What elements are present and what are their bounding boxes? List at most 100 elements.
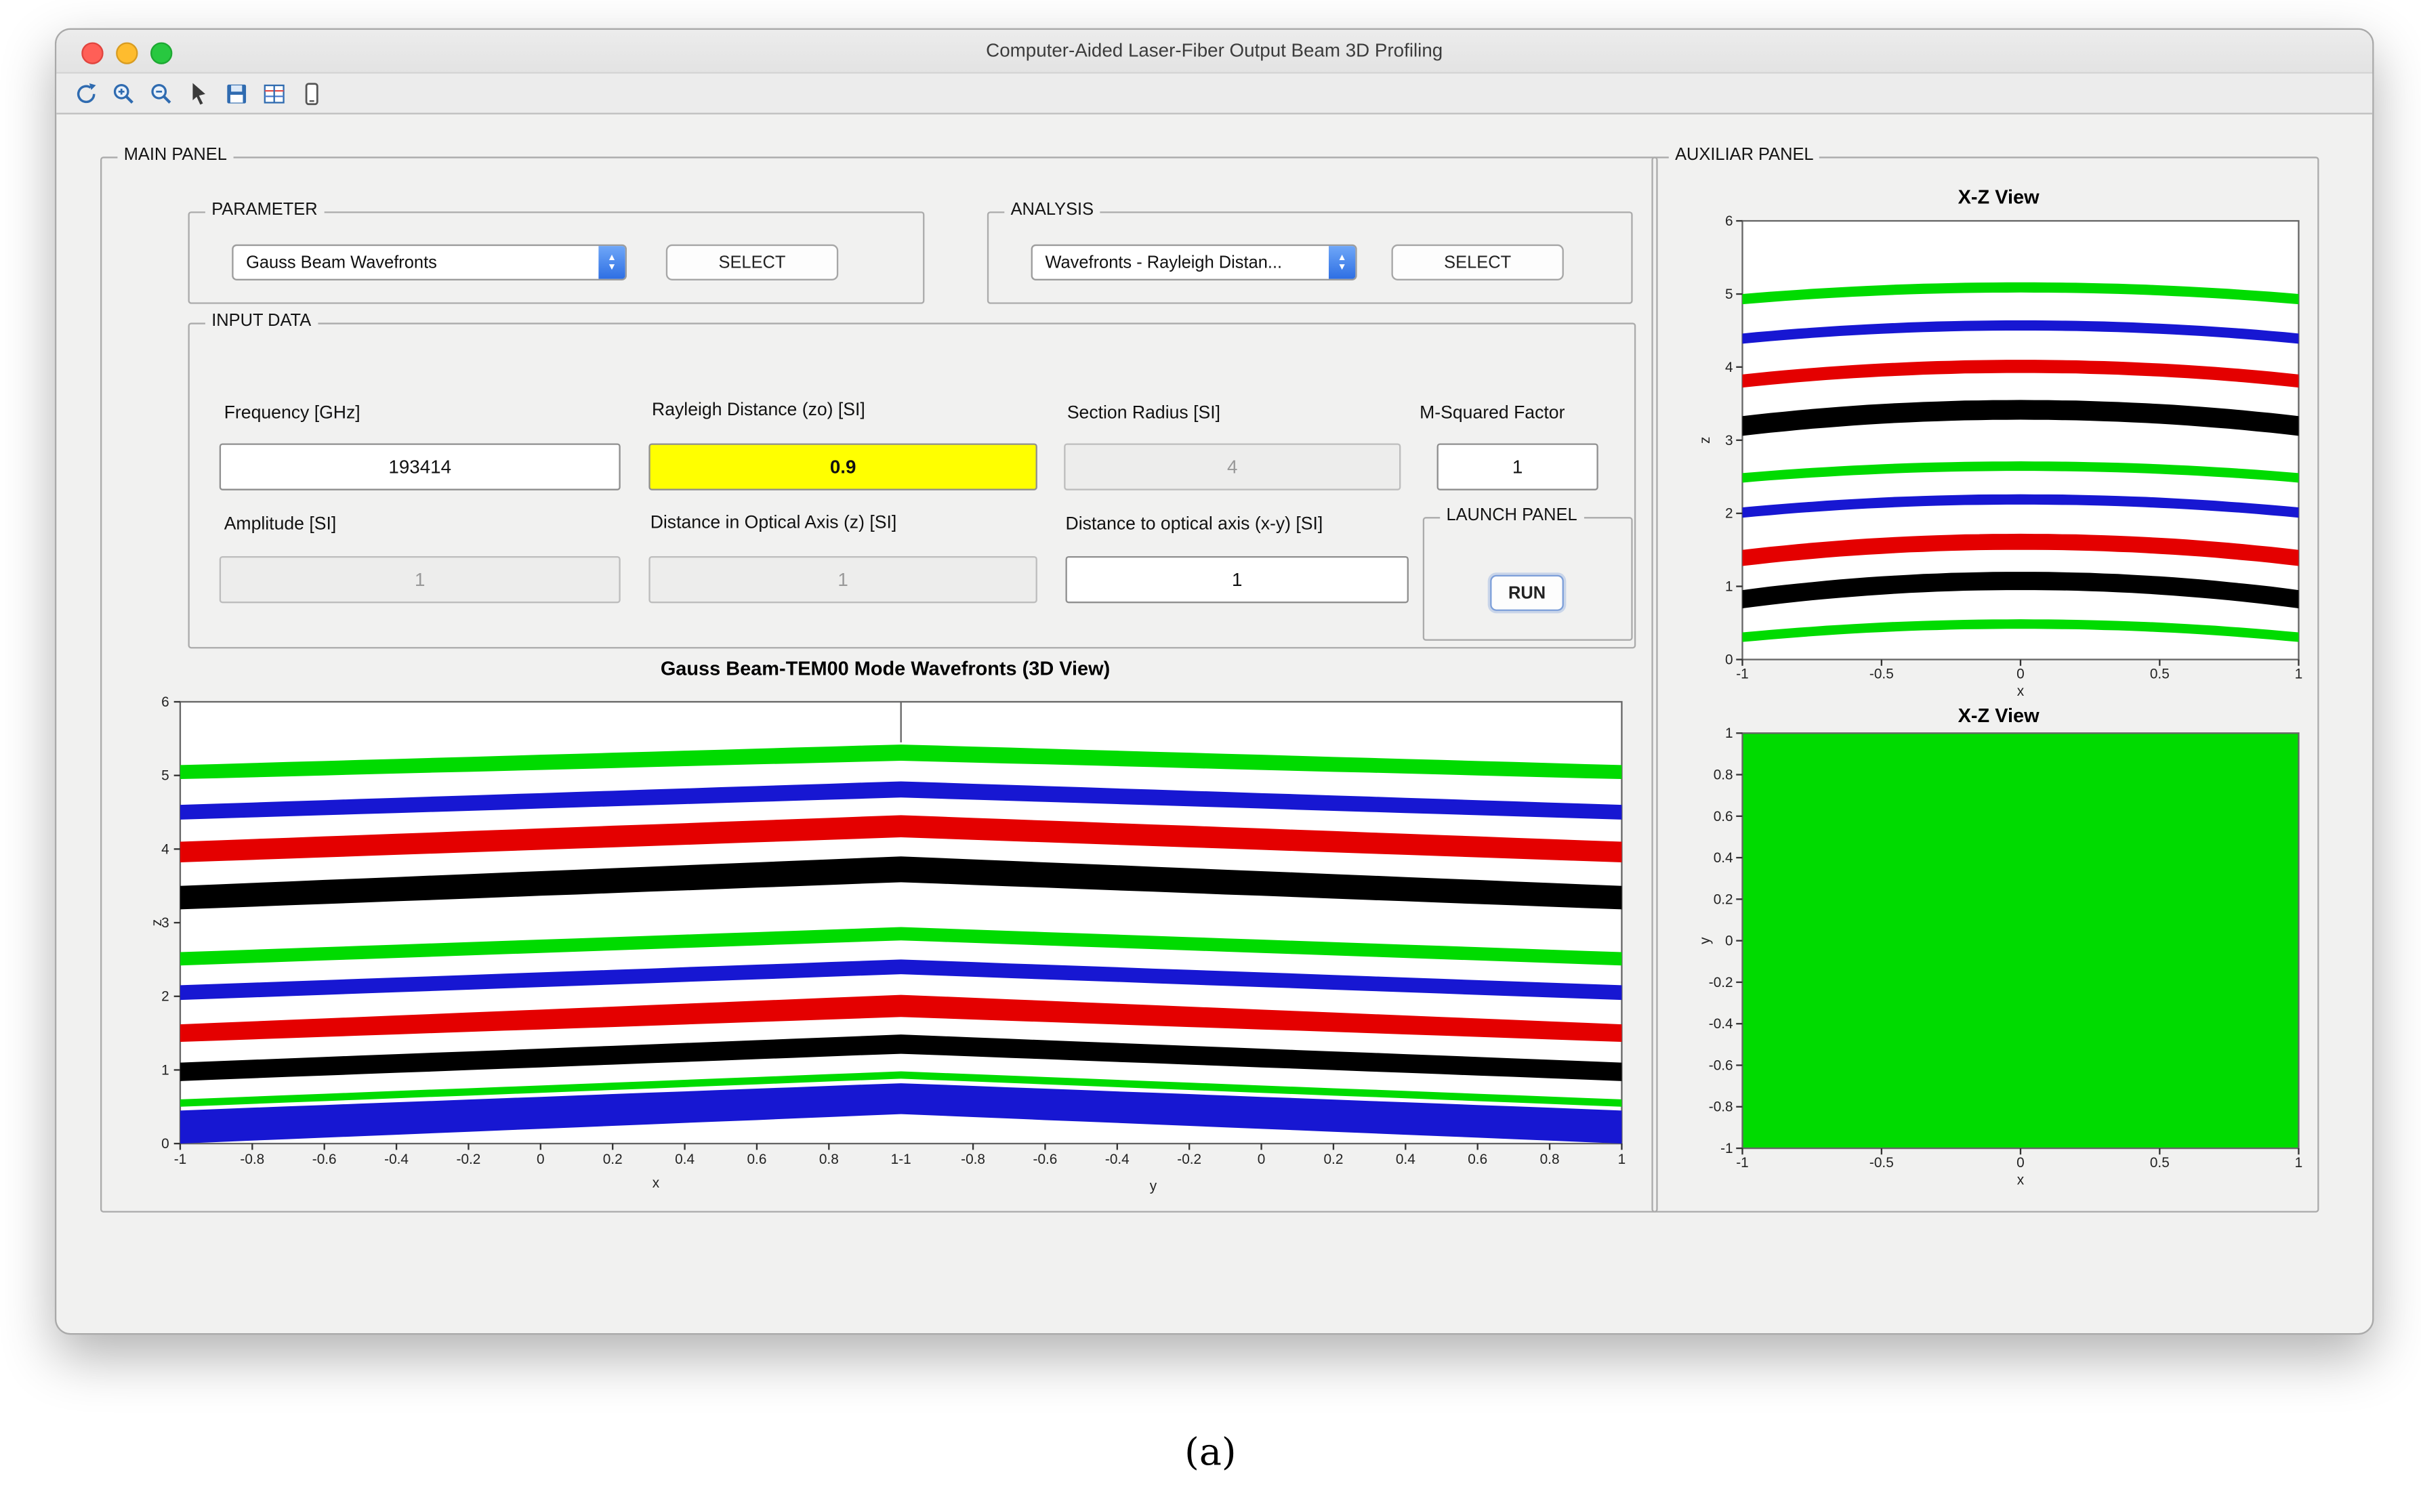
svg-text:1: 1 (2295, 666, 2303, 681)
figure-caption: (a) (0, 1430, 2421, 1474)
zoom-out-icon[interactable] (147, 80, 173, 106)
input-data-group-label: INPUT DATA (205, 312, 317, 331)
svg-text:0.2: 0.2 (1714, 891, 1733, 907)
save-icon[interactable] (222, 80, 249, 106)
svg-text:y: y (1150, 1178, 1157, 1194)
data-cursor-icon[interactable] (185, 80, 211, 106)
zoom-button[interactable] (150, 41, 172, 63)
svg-text:0.6: 0.6 (1468, 1152, 1487, 1167)
svg-text:y: y (1697, 937, 1713, 944)
svg-text:2: 2 (1725, 506, 1733, 522)
svg-text:0.8: 0.8 (1714, 767, 1733, 782)
parameter-dropdown[interactable]: Gauss Beam Wavefronts ▲▼ (232, 245, 627, 280)
svg-text:-0.6: -0.6 (1033, 1152, 1058, 1167)
launch-panel-label: LAUNCH PANEL (1440, 506, 1584, 525)
section-radius-input (1064, 443, 1401, 490)
svg-text:-0.2: -0.2 (1709, 975, 1733, 990)
svg-text:0.5: 0.5 (2150, 666, 2170, 681)
svg-text:-0.4: -0.4 (1709, 1016, 1733, 1032)
svg-text:-0.8: -0.8 (961, 1152, 985, 1167)
svg-text:-1: -1 (1736, 666, 1749, 681)
svg-text:-0.2: -0.2 (1177, 1152, 1201, 1167)
svg-text:0.5: 0.5 (2150, 1155, 2170, 1171)
svg-text:-0.6: -0.6 (1709, 1057, 1733, 1073)
svg-text:0.2: 0.2 (1323, 1152, 1343, 1167)
distance-xy-input[interactable] (1066, 556, 1409, 603)
parameter-group-label: PARAMETER (205, 201, 324, 219)
svg-text:-0.6: -0.6 (312, 1152, 337, 1167)
run-button[interactable]: RUN (1490, 575, 1564, 611)
svg-text:z: z (149, 919, 165, 926)
aux-chart-1-title: X-Z View (1689, 186, 2308, 208)
svg-text:0: 0 (1258, 1152, 1266, 1167)
svg-text:0.8: 0.8 (819, 1152, 839, 1167)
aux-chart-2-title: X-Z View (1689, 705, 2308, 727)
svg-text:x: x (2017, 684, 2025, 699)
svg-text:0: 0 (537, 1152, 545, 1167)
svg-text:-0.8: -0.8 (240, 1152, 264, 1167)
svg-text:0.8: 0.8 (1540, 1152, 1560, 1167)
colorbar-icon[interactable] (297, 80, 324, 106)
rotate-3d-icon[interactable] (72, 80, 98, 106)
zoom-in-icon[interactable] (110, 80, 136, 106)
svg-text:3: 3 (1725, 433, 1733, 448)
chevron-up-down-icon: ▲▼ (598, 246, 625, 279)
svg-text:4: 4 (1725, 360, 1733, 375)
distance-z-input (648, 556, 1037, 603)
distance-z-label: Distance in Optical Axis (z) [SI] (650, 514, 897, 533)
main-chart-title: Gauss Beam-TEM00 Mode Wavefronts (3D Vie… (141, 658, 1630, 679)
analysis-select-button[interactable]: SELECT (1392, 245, 1564, 280)
svg-text:0.2: 0.2 (603, 1152, 623, 1167)
svg-text:0: 0 (2016, 666, 2025, 681)
svg-text:1: 1 (161, 1062, 169, 1078)
plot-tools-icon[interactable] (260, 80, 287, 106)
svg-text:0: 0 (1725, 652, 1733, 668)
svg-text:0: 0 (1725, 933, 1733, 949)
svg-text:0.6: 0.6 (747, 1152, 766, 1167)
svg-text:-0.4: -0.4 (384, 1152, 409, 1167)
svg-text:-1: -1 (174, 1152, 187, 1167)
svg-text:2: 2 (161, 989, 169, 1005)
close-button[interactable] (81, 41, 103, 63)
svg-text:6: 6 (161, 694, 169, 710)
amplitude-label: Amplitude [SI] (224, 516, 337, 534)
svg-text:0.6: 0.6 (1714, 809, 1733, 824)
main-panel-label: MAIN PANEL (117, 146, 233, 165)
svg-text:-1: -1 (1736, 1155, 1749, 1171)
svg-text:0.4: 0.4 (675, 1152, 695, 1167)
m-squared-input[interactable] (1437, 443, 1598, 490)
traffic-lights (81, 41, 172, 63)
svg-text:1: 1 (1618, 1152, 1626, 1167)
svg-text:x: x (653, 1175, 660, 1191)
svg-text:x: x (2017, 1172, 2025, 1188)
frequency-input[interactable] (220, 443, 621, 490)
parameter-select-button[interactable]: SELECT (666, 245, 838, 280)
minimize-button[interactable] (116, 41, 138, 63)
svg-text:1: 1 (1725, 579, 1733, 595)
svg-text:5: 5 (1725, 287, 1733, 302)
auxiliar-panel-label: AUXILIAR PANEL (1669, 146, 1820, 165)
svg-text:-0.4: -0.4 (1105, 1152, 1130, 1167)
title-bar[interactable]: Computer-Aided Laser-Fiber Output Beam 3… (56, 30, 2372, 74)
rayleigh-distance-input[interactable] (648, 443, 1037, 490)
section-radius-label: Section Radius [SI] (1067, 404, 1220, 423)
svg-text:z: z (1697, 437, 1713, 444)
aux-xz-chart: 0123456-1-0.500.51xz (1689, 209, 2308, 710)
main-3d-chart: 0123456-1-0.8-0.6-0.4-0.200.20.40.60.81-… (141, 690, 1645, 1206)
analysis-group-label: ANALYSIS (1004, 201, 1100, 219)
svg-text:-0.2: -0.2 (457, 1152, 481, 1167)
m-squared-label: M-Squared Factor (1420, 404, 1565, 423)
chevron-up-down-icon: ▲▼ (1329, 246, 1355, 279)
svg-text:4: 4 (161, 841, 169, 857)
parameter-dropdown-value: Gauss Beam Wavefronts (234, 253, 599, 272)
analysis-dropdown-value: Wavefronts - Rayleigh Distan... (1033, 253, 1329, 272)
svg-text:0: 0 (2016, 1155, 2025, 1171)
frequency-label: Frequency [GHz] (224, 404, 360, 423)
svg-text:1: 1 (2295, 1155, 2303, 1171)
page: Computer-Aided Laser-Fiber Output Beam 3… (0, 0, 2421, 1512)
analysis-dropdown[interactable]: Wavefronts - Rayleigh Distan... ▲▼ (1031, 245, 1357, 280)
svg-text:0: 0 (161, 1136, 169, 1152)
aux-xy-chart: 10.80.60.40.20-0.2-0.4-0.6-0.8-1-1-0.500… (1689, 726, 2308, 1196)
svg-text:-0.5: -0.5 (1869, 666, 1894, 681)
distance-xy-label: Distance to optical axis (x-y) [SI] (1066, 516, 1323, 534)
